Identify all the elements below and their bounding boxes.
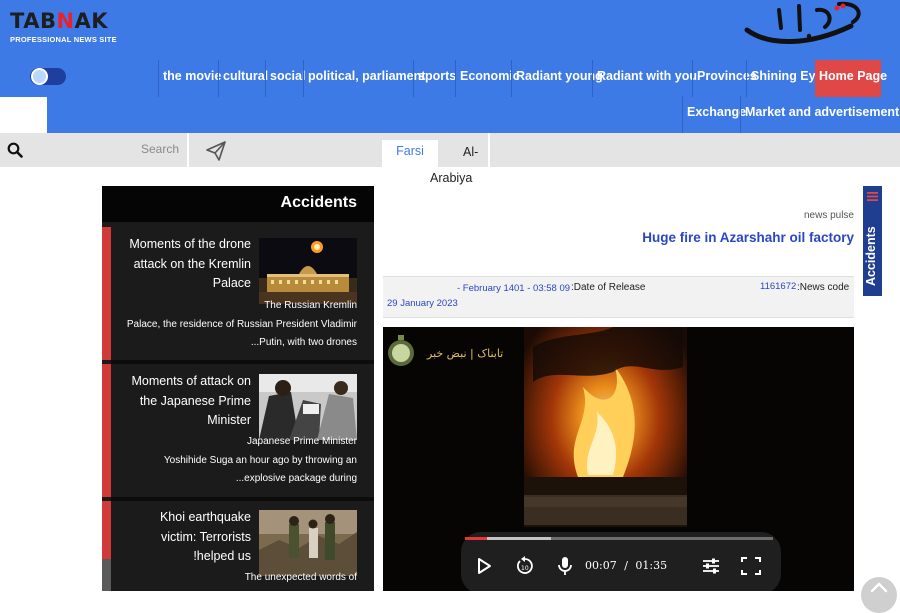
search-divider <box>187 133 189 167</box>
title-line: Palace <box>212 276 251 290</box>
send-icon[interactable] <box>203 138 229 164</box>
nav-item-radiant-young[interactable]: Radiant young <box>511 60 603 97</box>
svg-text:10: 10 <box>521 565 529 572</box>
accidents-side-tab[interactable]: Accidents <box>863 186 882 296</box>
news-title-2[interactable]: Moments of attack on the Japanese Prime … <box>115 372 251 431</box>
video-progress <box>465 537 487 540</box>
desc-line: Yoshihide Suga an hour ago by throwing a… <box>163 454 357 466</box>
play-icon[interactable] <box>475 557 493 580</box>
chevron-up-icon <box>870 582 888 593</box>
accidents-panel-header: Accidents <box>102 186 374 222</box>
sidebar-news-item[interactable]: Khoi earthquake victim: Terrorists !help… <box>111 501 374 591</box>
news-desc-1: The Russian Kremlin Palace, the residenc… <box>111 297 357 353</box>
menu-icon[interactable] <box>867 192 878 201</box>
tab-divider <box>488 133 490 167</box>
logo-persian[interactable] <box>739 0 874 48</box>
desc-line: Palace, the residence of Russian Preside… <box>126 318 357 330</box>
tab-arabiya-line-2[interactable]: Arabiya <box>430 171 472 185</box>
news-code-label: :News code <box>797 282 850 293</box>
rewind-10-icon[interactable]: 10 <box>515 556 535 581</box>
sidebar-news-item[interactable]: Moments of attack on the Japanese Prime … <box>111 364 374 497</box>
logo-english[interactable]: TABNAK PROFESSIONAL NEWS SITE <box>10 10 120 44</box>
nav-item-home-page[interactable]: Home Page <box>815 60 887 97</box>
accent-bar-muted <box>102 559 111 591</box>
sidebar-news-item[interactable]: Moments of the drone attack on the Kreml… <box>111 227 374 360</box>
title-line: Minister <box>207 413 251 427</box>
news-thumbnail-japan[interactable] <box>259 374 357 440</box>
desc-line: ...explosive package during <box>235 473 357 484</box>
nav-item-market-and-advertisement[interactable]: Market and advertisement <box>740 96 899 133</box>
accent-bar <box>102 227 111 360</box>
nav-item-the-movie[interactable]: the movie <box>158 60 221 97</box>
time-current: 00:07 <box>585 559 617 572</box>
nav-item-social[interactable]: social <box>265 60 305 97</box>
news-desc-3: The unexpected words of <box>111 569 357 588</box>
nav-item-cultural[interactable]: cultural <box>218 60 268 97</box>
fullscreen-icon[interactable] <box>740 556 762 581</box>
toggle-knob <box>31 68 48 85</box>
time-separator: / <box>624 559 628 572</box>
scroll-to-top-button[interactable] <box>861 577 897 613</box>
title-line: Moments of attack on <box>131 374 251 388</box>
logo-text-2: N <box>56 9 75 33</box>
tab-farsi[interactable]: Farsi <box>382 140 438 168</box>
release-date-value: - February 1401 - 03:58 09 <box>457 283 571 294</box>
nav-item-exchange[interactable]: Exchange <box>682 96 746 133</box>
news-thumbnail-kremlin[interactable] <box>259 238 357 304</box>
logo-tagline: PROFESSIONAL NEWS SITE <box>10 35 117 44</box>
accent-bar <box>102 364 111 497</box>
title-line: the Japanese Prime <box>139 393 251 408</box>
article-kicker[interactable]: news pulse <box>804 210 854 221</box>
news-code-value: 1161672 <box>760 281 797 292</box>
desc-line: Japanese Prime Minister <box>246 436 357 447</box>
nav-item-sports[interactable]: sports <box>413 60 456 97</box>
accidents-side-tab-label: Accidents <box>864 226 878 286</box>
nav-item-provinces[interactable]: Provinces <box>692 60 757 97</box>
video-player[interactable]: تابناک | نبض خبر 10 00:07 / 01:35 <box>383 327 854 591</box>
video-progress-track[interactable] <box>465 537 773 540</box>
search-icon[interactable] <box>7 142 23 158</box>
nav-item-radiant-with-you[interactable]: Radiant with you <box>592 60 697 97</box>
news-title-3[interactable]: Khoi earthquake victim: Terrorists !help… <box>115 508 251 567</box>
theme-toggle[interactable] <box>30 68 66 85</box>
title-line: victim: Terrorists <box>160 529 251 544</box>
logo-text-1: TAB <box>10 9 57 33</box>
desc-line: The Russian Kremlin <box>264 300 357 311</box>
logo-persian-mark <box>744 1 861 45</box>
accidents-panel-title: Accidents <box>280 194 357 211</box>
nav-item-shining-eye[interactable]: Shining Eye <box>746 60 823 97</box>
article-title[interactable]: Huge fire in Azarshahr oil factory <box>642 230 854 245</box>
time-total: 01:35 <box>635 559 668 572</box>
news-desc-2: Japanese Prime Minister Yoshihide Suga a… <box>111 433 357 489</box>
nav-item-economic[interactable]: Economic <box>455 60 520 97</box>
video-time: 00:07 / 01:35 <box>585 559 667 572</box>
search-input[interactable] <box>30 136 183 162</box>
tab-arabiya[interactable]: Al- <box>463 145 478 159</box>
title-line: Khoi earthquake <box>159 510 251 524</box>
title-line: Moments of the drone <box>129 237 251 251</box>
microphone-icon[interactable] <box>556 556 574 581</box>
title-line: attack on the Kremlin <box>133 256 251 271</box>
desc-line: The unexpected words of <box>244 572 357 583</box>
settings-sliders-icon[interactable] <box>701 557 721 580</box>
desc-line: ...Putin, with two drones <box>250 337 357 348</box>
release-date-label: :Date of Release <box>571 282 646 293</box>
watermark-text: تابناک | نبض خبر <box>426 347 503 360</box>
logo-text-3: AK <box>74 9 109 33</box>
nav-item-political-parliament[interactable]: political, parliament <box>303 60 425 97</box>
release-date-gregorian: 29 January 2023 <box>387 298 458 309</box>
news-title-1[interactable]: Moments of the drone attack on the Kreml… <box>115 235 251 294</box>
title-line: !helped us <box>193 549 251 563</box>
news-thumbnail-khoi[interactable] <box>259 510 357 576</box>
accent-bar <box>102 501 111 559</box>
